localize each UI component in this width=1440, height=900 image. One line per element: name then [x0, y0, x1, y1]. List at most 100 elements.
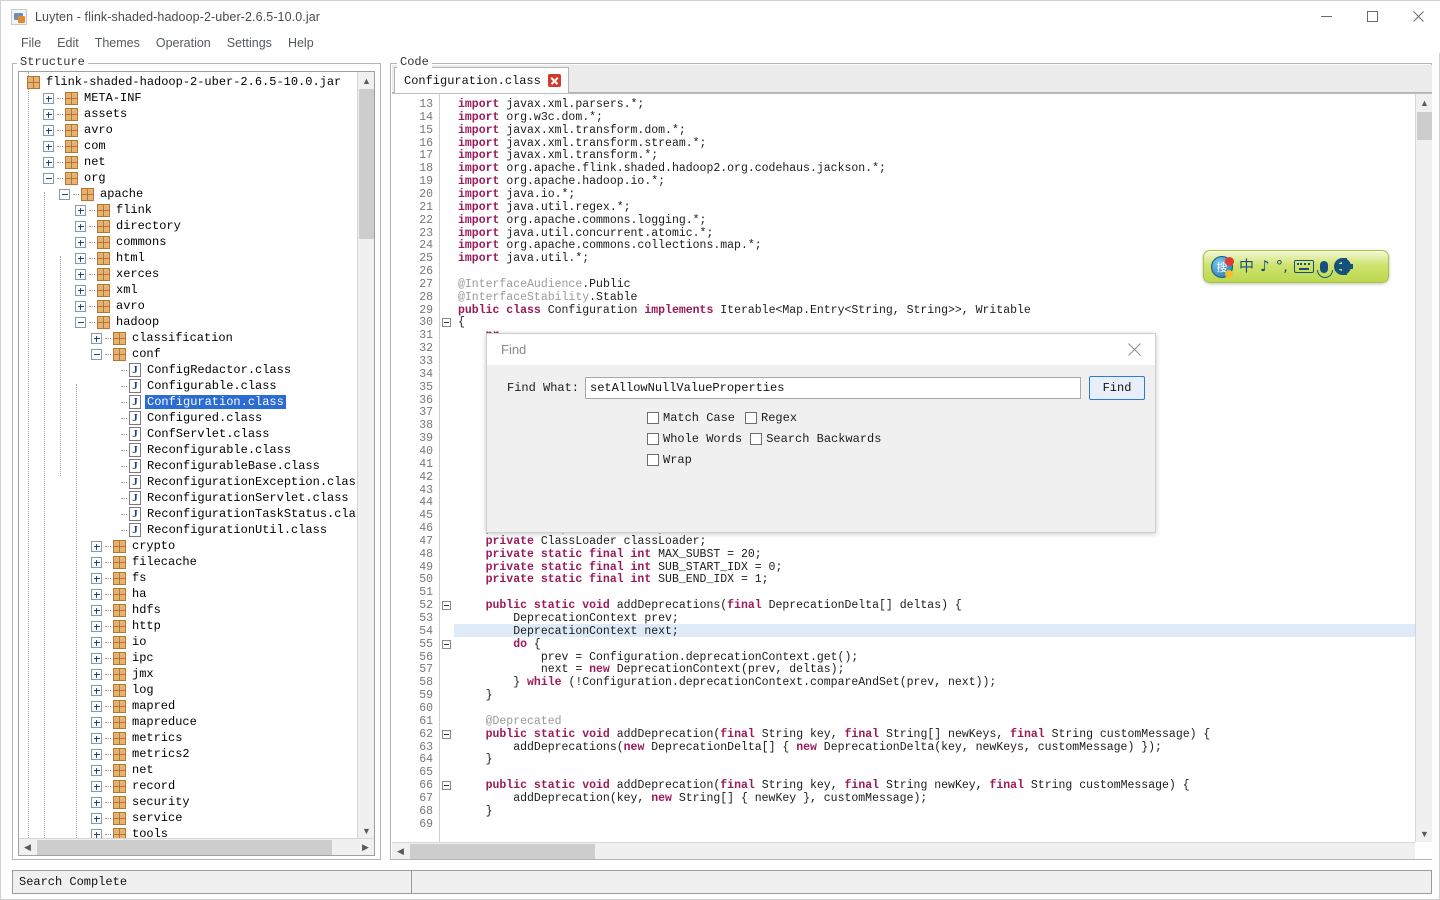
tree-item[interactable]: assets [23, 106, 359, 122]
expand-icon[interactable] [91, 684, 102, 696]
expand-icon[interactable] [43, 108, 54, 120]
structure-vscroll-thumb[interactable] [359, 89, 374, 239]
collapse-icon[interactable] [75, 316, 86, 328]
tree-item[interactable]: xerces [23, 266, 359, 282]
scroll-down-icon[interactable]: ▼ [358, 822, 374, 839]
tree-item[interactable]: net [23, 154, 359, 170]
tree-item[interactable]: ReconfigurationServlet.class [23, 490, 359, 506]
structure-vertical-scrollbar[interactable]: ▲ ▼ [357, 72, 374, 839]
tree-item[interactable]: Configurable.class [23, 378, 359, 394]
expand-icon[interactable] [91, 748, 102, 760]
maximize-button[interactable] [1349, 1, 1395, 32]
fold-toggle-icon[interactable] [442, 639, 451, 649]
scroll-up-icon[interactable]: ▲ [358, 72, 374, 89]
tree-item[interactable]: ReconfigurationTaskStatus.class [23, 506, 359, 522]
expand-icon[interactable] [91, 716, 102, 728]
wrap-checkbox[interactable] [647, 454, 659, 466]
tree-item[interactable]: flink [23, 202, 359, 218]
match-case-checkbox[interactable] [647, 412, 659, 424]
option-regex[interactable]: Regex [745, 411, 797, 425]
tree-item[interactable]: ReconfigurationUtil.class [23, 522, 359, 538]
tree-item[interactable]: mapreduce [23, 714, 359, 730]
tree-item[interactable]: flink-shaded-hadoop-2-uber-2.6.5-10.0.ja… [23, 74, 359, 90]
expand-icon[interactable] [91, 332, 102, 344]
tree-item[interactable]: classification [23, 330, 359, 346]
expand-icon[interactable] [91, 620, 102, 632]
menu-help[interactable]: Help [280, 35, 322, 51]
close-button[interactable] [1395, 1, 1440, 32]
expand-icon[interactable] [75, 300, 86, 312]
sogou-logo-icon[interactable]: 搜 [1211, 255, 1234, 278]
tree-item[interactable]: metrics [23, 730, 359, 746]
fold-toggle-icon[interactable] [442, 601, 451, 611]
editor-vscroll-thumb[interactable] [1417, 112, 1432, 140]
fold-toggle-icon[interactable] [442, 729, 451, 739]
editor-hscroll-thumb[interactable] [410, 844, 595, 859]
ime-floating-toolbar[interactable]: 搜 中 ♪ °, [1203, 250, 1389, 283]
tree-item[interactable]: META-INF [23, 90, 359, 106]
code-fold-column[interactable] [440, 94, 454, 842]
voice-input-icon[interactable] [1316, 260, 1333, 278]
expand-icon[interactable] [91, 700, 102, 712]
tree-item[interactable]: jmx [23, 666, 359, 682]
tree-item[interactable]: html [23, 250, 359, 266]
tree-item[interactable]: hadoop [23, 314, 359, 330]
tree-item[interactable]: metrics2 [23, 746, 359, 762]
expand-icon[interactable] [43, 156, 54, 168]
tree-item[interactable]: commons [23, 234, 359, 250]
find-button[interactable]: Find [1089, 376, 1145, 400]
tree-item[interactable]: io [23, 634, 359, 650]
close-icon[interactable] [1113, 334, 1155, 365]
tree-item[interactable]: directory [23, 218, 359, 234]
tree-item-selected[interactable]: Configuration.class [23, 394, 359, 410]
expand-icon[interactable] [75, 236, 86, 248]
structure-hscroll-thumb[interactable] [37, 840, 332, 855]
tree-item[interactable]: mapred [23, 698, 359, 714]
menu-file[interactable]: File [13, 35, 49, 51]
tree-item[interactable]: filecache [23, 554, 359, 570]
scroll-up-icon[interactable]: ▲ [1416, 94, 1432, 111]
settings-gear-icon[interactable] [1333, 258, 1351, 275]
expand-icon[interactable] [75, 268, 86, 280]
tree-item[interactable]: service [23, 810, 359, 826]
tab-configuration-class[interactable]: Configuration.class [394, 67, 569, 93]
find-input[interactable]: setAllowNullValueProperties [585, 377, 1081, 399]
tree-item[interactable]: security [23, 794, 359, 810]
editor-vertical-scrollbar[interactable]: ▲ ▼ [1415, 94, 1432, 842]
expand-icon[interactable] [91, 780, 102, 792]
expand-icon[interactable] [91, 652, 102, 664]
regex-checkbox[interactable] [745, 412, 758, 424]
structure-horizontal-scrollbar[interactable]: ◀ ▶ [19, 838, 374, 855]
tree-item[interactable]: xml [23, 282, 359, 298]
collapse-icon[interactable] [43, 172, 54, 184]
tree-item[interactable]: crypto [23, 538, 359, 554]
expand-icon[interactable] [91, 572, 102, 584]
menu-themes[interactable]: Themes [87, 35, 148, 51]
tree-item[interactable]: ConfServlet.class [23, 426, 359, 442]
expand-icon[interactable] [91, 812, 102, 824]
expand-icon[interactable] [91, 636, 102, 648]
chinese-mode-icon[interactable]: 中 [1239, 259, 1254, 274]
expand-icon[interactable] [91, 796, 102, 808]
tree-item[interactable]: avro [23, 122, 359, 138]
expand-icon[interactable] [91, 764, 102, 776]
expand-icon[interactable] [75, 204, 86, 216]
close-icon[interactable] [547, 74, 561, 87]
expand-icon[interactable] [75, 284, 86, 296]
tree-item[interactable]: com [23, 138, 359, 154]
scroll-left-icon[interactable]: ◀ [19, 839, 36, 855]
tree-item[interactable]: record [23, 778, 359, 794]
scroll-right-icon[interactable]: ▶ [357, 839, 374, 855]
menu-edit[interactable]: Edit [49, 35, 87, 51]
scroll-left-icon[interactable]: ◀ [392, 843, 409, 859]
tree-item[interactable]: net [23, 762, 359, 778]
option-whole-words[interactable]: Whole Words [647, 432, 742, 446]
expand-icon[interactable] [91, 668, 102, 680]
tree-item[interactable]: fs [23, 570, 359, 586]
tree-item[interactable]: Configured.class [23, 410, 359, 426]
collapse-icon[interactable] [59, 188, 70, 200]
fold-toggle-icon[interactable] [442, 781, 451, 791]
tree-item[interactable]: conf [23, 346, 359, 362]
expand-icon[interactable] [43, 92, 54, 104]
punctuation-icon[interactable]: °, [1276, 259, 1288, 274]
